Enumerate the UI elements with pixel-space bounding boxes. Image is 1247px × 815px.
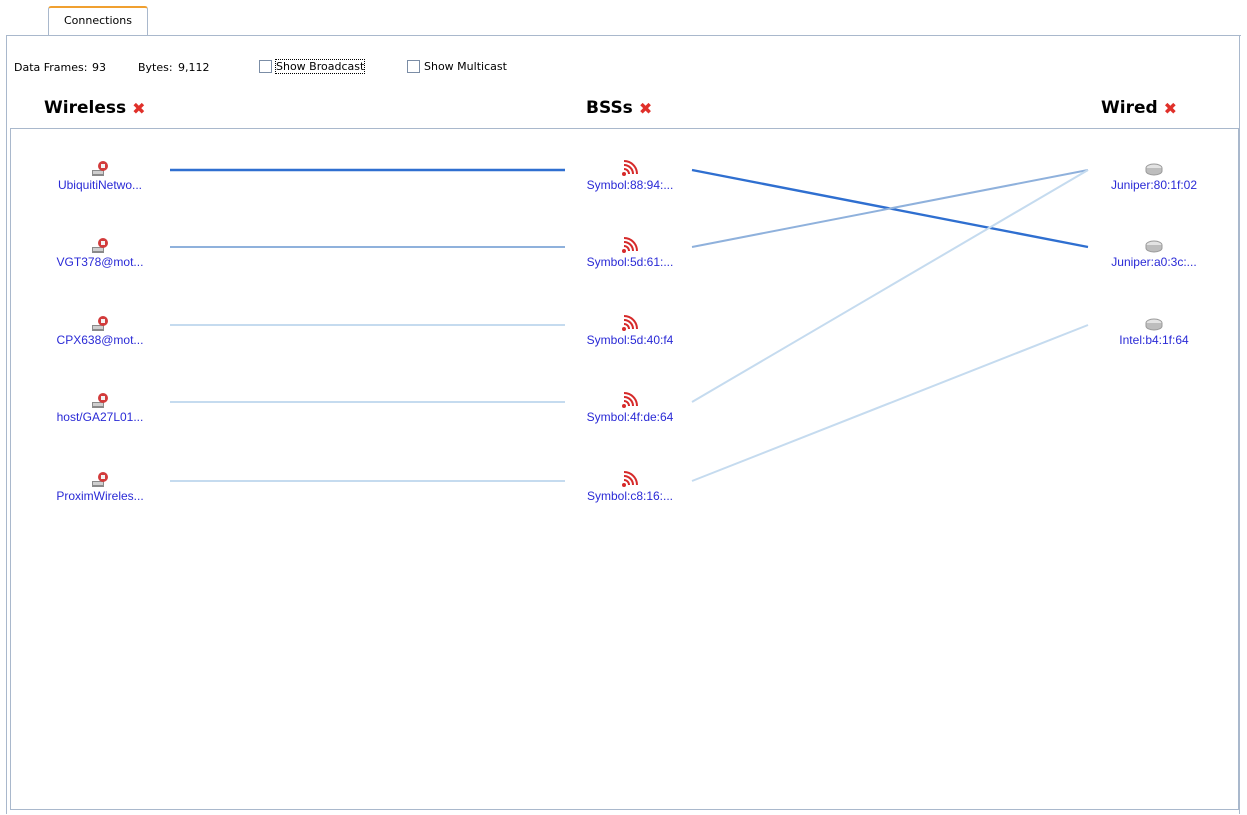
wireless-node-label[interactable]: ProximWireles... bbox=[30, 489, 170, 503]
bss-node-label[interactable]: Symbol:5d:61:... bbox=[560, 255, 700, 269]
show-broadcast-checkbox[interactable]: Show Broadcast bbox=[259, 59, 366, 74]
wireless-signal-icon bbox=[560, 237, 700, 255]
wired-node[interactable]: Juniper:a0:3c:... bbox=[1084, 237, 1224, 269]
laptop-icon bbox=[30, 392, 170, 410]
connections-canvas bbox=[10, 128, 1239, 810]
bss-column-header: BSSs ✖ bbox=[586, 98, 652, 118]
wired-node-label[interactable]: Intel:b4:1f:64 bbox=[1084, 333, 1224, 347]
wireless-signal-icon bbox=[560, 315, 700, 333]
bss-column-title: BSSs bbox=[586, 98, 633, 118]
tab-connections[interactable]: Connections bbox=[48, 6, 148, 36]
bss-node-label[interactable]: Symbol:c8:16:... bbox=[560, 489, 700, 503]
laptop-icon bbox=[30, 237, 170, 255]
show-multicast-label[interactable]: Show Multicast bbox=[424, 60, 507, 73]
router-icon bbox=[1084, 160, 1224, 178]
show-multicast-checkbox[interactable]: Show Multicast bbox=[407, 60, 507, 73]
wired-node[interactable]: Intel:b4:1f:64 bbox=[1084, 315, 1224, 347]
wireless-column-title: Wireless bbox=[44, 98, 127, 118]
wireless-node[interactable]: host/GA27L01... bbox=[30, 392, 170, 424]
wired-column-header: Wired ✖ bbox=[1101, 98, 1177, 118]
router-icon bbox=[1084, 237, 1224, 255]
bss-node-label[interactable]: Symbol:4f:de:64 bbox=[560, 410, 700, 424]
wireless-remove-icon[interactable]: ✖ bbox=[132, 99, 145, 118]
bss-node-label[interactable]: Symbol:5d:40:f4 bbox=[560, 333, 700, 347]
data-frames-value: 93 bbox=[92, 61, 106, 74]
wireless-column-header: Wireless ✖ bbox=[44, 98, 146, 118]
bss-node[interactable]: Symbol:c8:16:... bbox=[560, 471, 700, 503]
show-broadcast-box[interactable] bbox=[259, 60, 272, 73]
laptop-icon bbox=[30, 315, 170, 333]
laptop-icon bbox=[30, 160, 170, 178]
bss-node[interactable]: Symbol:5d:40:f4 bbox=[560, 315, 700, 347]
wireless-node-label[interactable]: host/GA27L01... bbox=[30, 410, 170, 424]
wireless-node[interactable]: UbiquitiNetwo... bbox=[30, 160, 170, 192]
wired-remove-icon[interactable]: ✖ bbox=[1164, 99, 1177, 118]
laptop-icon bbox=[30, 471, 170, 489]
wireless-node-label[interactable]: CPX638@mot... bbox=[30, 333, 170, 347]
bss-remove-icon[interactable]: ✖ bbox=[639, 99, 652, 118]
wired-node-label[interactable]: Juniper:a0:3c:... bbox=[1084, 255, 1224, 269]
wireless-node-label[interactable]: VGT378@mot... bbox=[30, 255, 170, 269]
show-broadcast-label[interactable]: Show Broadcast bbox=[274, 59, 366, 74]
data-frames-label: Data Frames: bbox=[14, 61, 88, 74]
wired-column-title: Wired bbox=[1101, 98, 1158, 118]
router-icon bbox=[1084, 315, 1224, 333]
bss-node[interactable]: Symbol:5d:61:... bbox=[560, 237, 700, 269]
bss-node[interactable]: Symbol:4f:de:64 bbox=[560, 392, 700, 424]
wireless-node[interactable]: VGT378@mot... bbox=[30, 237, 170, 269]
wireless-node[interactable]: CPX638@mot... bbox=[30, 315, 170, 347]
wireless-signal-icon bbox=[560, 160, 700, 178]
tab-strip: Connections bbox=[0, 0, 1247, 36]
bss-node-label[interactable]: Symbol:88:94:... bbox=[560, 178, 700, 192]
wireless-node-label[interactable]: UbiquitiNetwo... bbox=[30, 178, 170, 192]
wireless-signal-icon bbox=[560, 471, 700, 489]
show-multicast-box[interactable] bbox=[407, 60, 420, 73]
bss-node[interactable]: Symbol:88:94:... bbox=[560, 160, 700, 192]
bytes-value: 9,112 bbox=[178, 61, 210, 74]
wireless-node[interactable]: ProximWireles... bbox=[30, 471, 170, 503]
bytes-label: Bytes: bbox=[138, 61, 173, 74]
wired-node[interactable]: Juniper:80:1f:02 bbox=[1084, 160, 1224, 192]
wireless-signal-icon bbox=[560, 392, 700, 410]
wired-node-label[interactable]: Juniper:80:1f:02 bbox=[1084, 178, 1224, 192]
